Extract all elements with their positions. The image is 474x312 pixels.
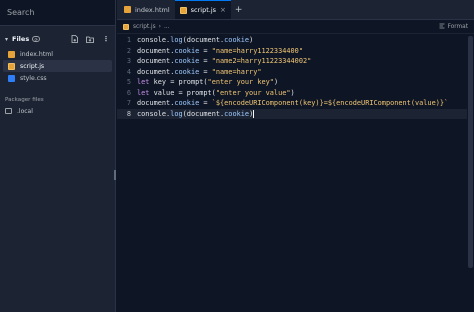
tab-script-js[interactable]: script.js ×: [174, 0, 231, 19]
file-name: script.js: [20, 62, 45, 70]
app-window: Search ▾ Files ⟳ ⋮ index.html script.js: [0, 0, 474, 312]
close-tab-icon[interactable]: ×: [220, 6, 226, 14]
files-count-icon: ⟳: [32, 36, 41, 42]
files-label: Files: [12, 35, 30, 43]
html-file-icon: [8, 50, 15, 58]
folder-name: .local: [17, 107, 33, 115]
html-file-icon: [124, 6, 131, 13]
breadcrumb: script.js › ... Format: [117, 20, 474, 34]
code-line[interactable]: 6 let value = prompt("enter your value"): [117, 88, 467, 99]
add-tab-button[interactable]: +: [231, 0, 247, 19]
file-name: style.css: [20, 74, 47, 82]
line-number: 5: [126, 78, 131, 87]
sidebar-resize-handle[interactable]: [114, 170, 116, 180]
breadcrumb-separator: ›: [158, 23, 161, 30]
line-number: 7: [126, 99, 131, 108]
breadcrumb-more[interactable]: ...: [164, 24, 170, 30]
code-line[interactable]: 1 console.log(document.cookie): [117, 35, 467, 46]
tab-label: script.js: [190, 6, 217, 14]
js-file-icon: [8, 62, 15, 70]
chevron-down-icon[interactable]: ▾: [5, 36, 8, 43]
editor-pane: index.html script.js × + script.js › ...…: [117, 0, 474, 312]
code-line[interactable]: 8 console.log(document.cookie): [117, 108, 467, 119]
new-file-icon[interactable]: [70, 35, 78, 43]
more-options-icon[interactable]: ⋮: [102, 35, 110, 43]
sidebar: Search ▾ Files ⟳ ⋮ index.html script.js: [0, 0, 116, 312]
format-button[interactable]: Format: [439, 20, 468, 34]
format-label: Format: [447, 24, 468, 30]
line-number: 3: [126, 57, 131, 66]
folder-icon: [5, 108, 12, 114]
format-icon: [439, 23, 445, 31]
code-text: document.cookie = "name=harry": [137, 67, 262, 76]
code-text: let value = prompt("enter your value"): [137, 88, 295, 97]
file-item-style-css[interactable]: style.css: [3, 72, 112, 84]
line-number: 8: [126, 109, 131, 118]
file-item-index-html[interactable]: index.html: [3, 48, 112, 60]
code-line[interactable]: 3 document.cookie = "name2=harry112233440…: [117, 56, 467, 67]
tab-label: index.html: [135, 5, 170, 14]
js-file-icon: [123, 23, 129, 30]
line-number: 4: [126, 67, 131, 76]
code-editor[interactable]: 1 console.log(document.cookie) 2 document.c…: [117, 35, 467, 119]
code-line[interactable]: 2 document.cookie = "name=harry1122334400…: [117, 46, 467, 57]
file-name: index.html: [20, 50, 53, 58]
code-text: document.cookie = "name=harry1122334400": [137, 46, 303, 55]
code-line[interactable]: 4 document.cookie = "name=harry": [117, 67, 467, 78]
files-header[interactable]: ▾ Files ⟳ ⋮: [0, 30, 115, 48]
file-item-script-js[interactable]: script.js: [3, 60, 112, 72]
code-text: console.log(document.cookie): [137, 109, 255, 118]
code-text: let key = prompt("enter your key"): [137, 78, 279, 87]
code-text: document.cookie = "name2=harry1122334400…: [137, 57, 312, 66]
folder-item-local[interactable]: .local: [0, 105, 115, 117]
code-text: console.log(document.cookie): [137, 36, 254, 45]
tab-bar: index.html script.js × +: [117, 0, 474, 20]
line-number: 1: [126, 36, 131, 45]
css-file-icon: [8, 74, 15, 82]
breadcrumb-file[interactable]: script.js: [133, 24, 156, 30]
code-line[interactable]: 5 let key = prompt("enter your key"): [117, 77, 467, 88]
code-text: document.cookie = `${encodeURIComponent(…: [137, 99, 449, 108]
new-folder-icon[interactable]: [86, 35, 94, 43]
packager-files-label: Packager files: [5, 97, 44, 103]
scrollbar[interactable]: [468, 36, 473, 268]
search-input[interactable]: Search: [0, 0, 115, 26]
code-line[interactable]: 7 document.cookie = `${encodeURIComponent…: [117, 98, 467, 109]
text-cursor: [253, 109, 255, 118]
line-number: 6: [126, 88, 131, 97]
js-file-icon: [179, 6, 187, 14]
line-number: 2: [126, 46, 131, 55]
tab-index-html[interactable]: index.html: [119, 0, 175, 19]
